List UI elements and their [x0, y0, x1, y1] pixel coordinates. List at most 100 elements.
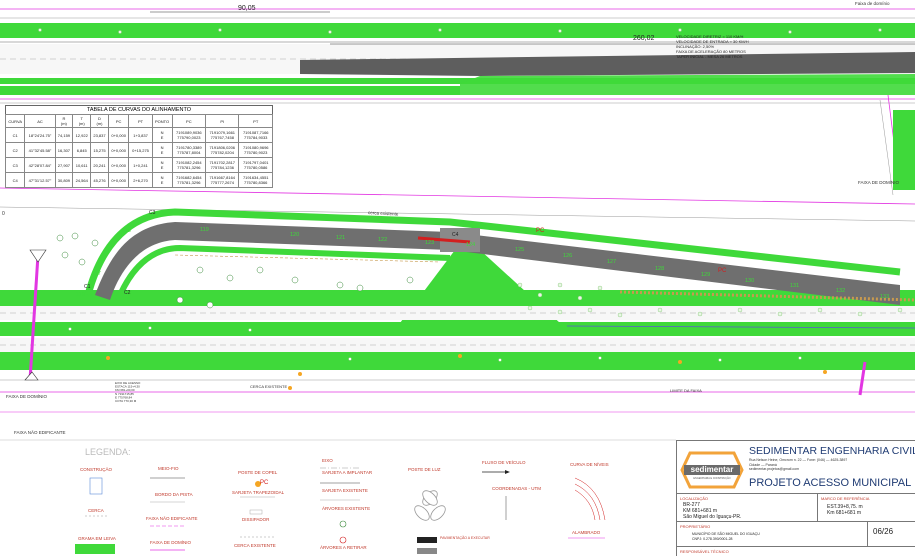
address-line: sedimentar.projetos@gmail.com — [749, 467, 800, 471]
curve-table-header-cell: PC — [171, 114, 207, 128]
sheet-number: 06/26 — [873, 527, 894, 536]
curve-table-cell: 7191806,0206 775782,0204 — [205, 142, 240, 158]
curve-table-cell: 41°32'45.58" — [24, 142, 56, 158]
curve-table-cell: 7191682,6454 775781,3296 — [171, 172, 207, 188]
legend-sarjeta-trapezoidal: SARJETA TRAPEZOIDAL — [232, 490, 285, 495]
curve-table-cell: 2+6,270 — [128, 172, 153, 188]
legend-poste-copel: POSTE DE COPEL — [238, 470, 278, 475]
curve-table-cell: 7191080,9696 775780,9023 — [238, 142, 273, 158]
curve-table-row: C3 42°28'07.84" 27,907 10,611 20,241 0+0,000 1… — [4, 157, 273, 173]
curve-table-cell: 7191667,8164 775777,2674 — [205, 172, 240, 188]
grass-strip-lower — [0, 86, 460, 95]
curve-table-cell: 42°28'07.84" — [24, 157, 56, 173]
curve-table-cell: 24,564 — [72, 172, 92, 188]
curve-table-cell: 15,275 — [90, 142, 109, 158]
station-label: 122 — [378, 237, 387, 243]
label-pc-1: PC — [536, 228, 545, 234]
curve-table-header-cell: R (m) — [54, 114, 74, 128]
station-label: 120 — [290, 232, 299, 238]
curve-table-cell: C4 — [4, 172, 26, 188]
curve-table-header-cell: AC — [24, 114, 56, 128]
station-label: 123 — [425, 240, 434, 246]
curve-table-header-cell: D (m) — [90, 114, 109, 128]
grass-lane-2 — [0, 322, 915, 336]
curve-table-cell: 7191702,2817 775784,1236 — [205, 157, 240, 173]
label-domain-top-right: Faixa de domínio — [855, 1, 890, 6]
curve-table-header-cell: PONTO — [151, 114, 173, 128]
carriageway-lower-2 — [0, 338, 915, 352]
label-domain-right: FAIXA DE DOMÍNIO — [858, 179, 900, 185]
curve-table-cell: C1 — [4, 127, 26, 143]
curve-table-cell: 74,159 — [54, 127, 74, 143]
grass-strip-top — [0, 23, 915, 38]
curve-table-row: C1 18°24'24.75" 74,159 12,922 23,837 0+0,000 1… — [4, 127, 273, 143]
curve-table-cell: 16,307 — [54, 142, 74, 158]
label-cerca-existente: cerca existente — [368, 210, 399, 217]
legend-faixa-nao-edificante: FAIXA NÃO EDIFICANTE — [146, 516, 198, 521]
legend-arvores-retirar: ÁRVORES A RETIRAR — [320, 545, 367, 550]
marco-note-line: COTA 770,30 M — [115, 399, 137, 403]
curve-table-cell: N E — [151, 127, 173, 143]
curve-marker: C2 — [124, 290, 131, 296]
curve-table-cell: 7191634,4551 775780,8366 — [238, 172, 273, 188]
legend-grama-leiva: GRAMA EM LEIVA — [78, 536, 116, 541]
legend-cerca: CERCA — [88, 508, 104, 513]
dissipador-symbol — [249, 509, 263, 515]
legend-sarjeta-existente: SARJETA EXISTENTE — [322, 488, 368, 493]
station-label: 126 — [563, 253, 572, 259]
legend-curva-nivel: CURVA DE NÍVEIS — [570, 462, 609, 467]
curve-table-cell: 12,922 — [72, 127, 92, 143]
pavement-exec-symbol-2 — [417, 548, 437, 554]
legend-meio-fio: MEIO-FIO — [158, 466, 179, 471]
tree-remove-symbol — [339, 536, 347, 544]
curve-table-cell: 7191082,2454 775781,3296 — [171, 157, 207, 173]
owner-lines: MUNICÍPIO DE SÃO MIGUEL DO IGUAÇU CNPJ: 0… — [692, 532, 760, 541]
curve-table-cell: 1+0,241 — [128, 157, 153, 173]
grass-right — [893, 110, 915, 190]
dim-label-mid: 260,02 — [633, 35, 655, 42]
curve-table-cell: 10,611 — [72, 157, 92, 173]
label-domain-bottom-left: FAIXA DE DOMÍNIO — [6, 393, 48, 399]
light-pole-symbol — [414, 490, 446, 521]
curve-table-cell: C2 — [4, 142, 26, 158]
road-note-line: TAPER INICIAL - MESA 26 METROS — [676, 54, 743, 59]
legend-construcao: CONSTRUÇÃO — [80, 467, 113, 472]
contour-symbol-2 — [574, 483, 601, 521]
grass-symbol — [75, 544, 115, 554]
location-divider — [817, 493, 818, 521]
label-pc-2: PC — [718, 268, 727, 274]
responsible-label: RESPONSÁVEL TÉCNICO — [680, 549, 729, 554]
legend-dissipador: DISSIPADOR — [242, 517, 270, 522]
station-label: 130 — [745, 278, 754, 284]
curve-table-body: C1 18°24'24.75" 74,159 12,922 23,837 0+0,000 1… — [4, 127, 273, 188]
curve-table-header-row: CURVA AC R (m) T (m) D (m) PC PT PONTO PC PI PT — [4, 114, 273, 128]
label-cerca-existente-2: CERCA EXISTENTE — [250, 384, 287, 389]
curve-table-header-cell: PT — [128, 114, 153, 128]
curve-table-cell: 7191087,7166 775784,9033 — [238, 127, 273, 143]
curve-table-cell: 0+0,000 — [107, 142, 130, 158]
legend-faixa-dominio: FAIXA DE DOMÍNIO — [150, 540, 192, 545]
station-label: 127 — [607, 259, 616, 265]
curve-table-cell: 27,907 — [54, 157, 74, 173]
station-label: 125 — [515, 247, 524, 253]
curve-table-cell: 7191797,0401 775780,0586 — [238, 157, 273, 173]
logo-sub: ENGENHARIA E CONSTRUÇÃO — [693, 477, 731, 480]
curve-table-cell: C3 — [4, 157, 26, 173]
dim-label-top: 90,05 — [238, 5, 256, 12]
curve-table-cell: N E — [151, 172, 173, 188]
curve-marker: C4 — [452, 232, 459, 238]
legend-arvores-existente: ÁRVORES EXISTENTE — [322, 506, 371, 511]
legend-pavimentacao: PAVIMENTAÇÃO A EXECUTAR — [440, 536, 490, 540]
curve-marker: C1 — [84, 284, 91, 290]
owner-divider — [867, 521, 868, 546]
curve-table-row: C2 41°32'45.58" 16,307 6,845 15,275 0+0,000 0+… — [4, 142, 273, 158]
station-label: 121 — [336, 235, 345, 241]
legend-fluxo-veiculo: FLUXO DE VEÍCULO — [482, 460, 526, 465]
company-logo: sedimentar ENGENHARIA E CONSTRUÇÃO — [680, 451, 744, 489]
curve-table-title: TABELA DE CURVAS DO ALINHAMENTO — [5, 105, 273, 114]
construction-symbol — [89, 477, 103, 495]
logo-text: sedimentar — [690, 465, 734, 474]
project-title: PROJETO ACESSO MUNICIPAL — [749, 477, 912, 489]
grass-lane-1 — [0, 290, 915, 306]
curve-table-cell: 0+0,000 — [107, 157, 130, 173]
